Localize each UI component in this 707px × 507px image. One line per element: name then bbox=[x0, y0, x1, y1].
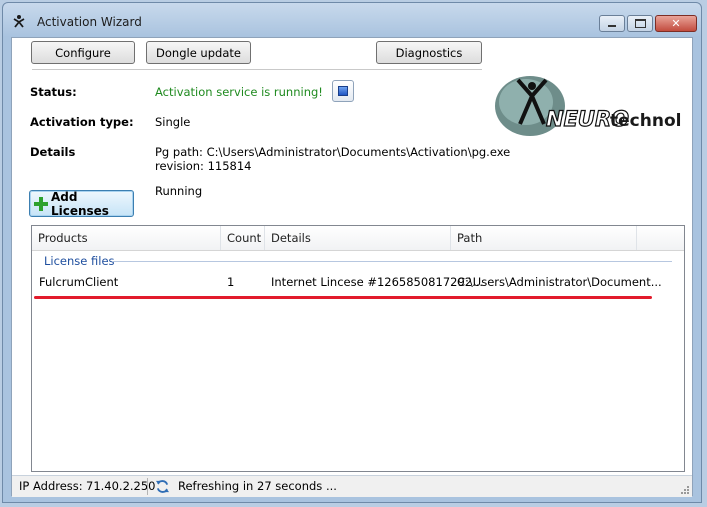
list-header: Products Count Details Path bbox=[32, 226, 684, 251]
maximize-button[interactable] bbox=[627, 15, 653, 32]
column-header-path[interactable]: Path bbox=[451, 226, 637, 250]
activation-type-label: Activation type: bbox=[30, 115, 134, 129]
licenses-list[interactable]: Products Count Details Path License file… bbox=[31, 225, 685, 472]
stop-service-button[interactable] bbox=[332, 80, 354, 102]
activation-wizard-window: Activation Wizard ✕ Configure Dongle upd… bbox=[2, 2, 702, 503]
refresh-status-text: Refreshing in 27 seconds ... bbox=[178, 479, 337, 493]
ip-address-value: 71.40.2.250 bbox=[86, 479, 156, 493]
details-label: Details bbox=[30, 145, 76, 159]
details-revision: revision: 115814 bbox=[155, 159, 252, 173]
minimize-button[interactable] bbox=[599, 15, 625, 32]
close-icon: ✕ bbox=[671, 17, 681, 30]
red-underline-annotation bbox=[34, 296, 652, 299]
details-running: Running bbox=[155, 184, 203, 198]
diagnostics-button[interactable]: Diagnostics bbox=[376, 41, 482, 64]
status-value: Activation service is running! bbox=[155, 85, 323, 99]
column-header-products[interactable]: Products bbox=[32, 226, 221, 250]
status-label: Status: bbox=[30, 85, 77, 99]
stop-icon bbox=[338, 86, 348, 96]
group-divider bbox=[112, 261, 672, 262]
cell-path: C:\Users\Administrator\Document... bbox=[457, 275, 662, 289]
resize-grip-icon[interactable] bbox=[680, 485, 690, 495]
details-pg-path: Pg path: C:\Users\Administrator\Document… bbox=[155, 145, 511, 159]
cell-count: 1 bbox=[227, 275, 235, 289]
close-button[interactable]: ✕ bbox=[655, 15, 697, 32]
plus-icon bbox=[34, 196, 48, 211]
status-separator bbox=[147, 478, 148, 495]
dongle-update-button[interactable]: Dongle update bbox=[146, 41, 251, 64]
logo-text-technology: technology bbox=[610, 111, 682, 131]
refresh-icon bbox=[155, 480, 170, 493]
neurotechnology-logo: NEURO technology bbox=[495, 76, 682, 136]
toolbar-divider bbox=[32, 69, 482, 70]
cell-product: FulcrumClient bbox=[39, 275, 119, 289]
maximize-icon bbox=[634, 19, 646, 28]
cell-details: Internet Lincese #1265850817292... bbox=[271, 275, 484, 289]
add-licenses-label: Add Licenses bbox=[50, 189, 109, 218]
client-area: Configure Dongle update Diagnostics Stat… bbox=[11, 37, 693, 497]
group-header-license-files[interactable]: License files bbox=[44, 254, 115, 268]
add-licenses-button[interactable]: Add Licenses bbox=[29, 189, 134, 218]
column-header-details[interactable]: Details bbox=[265, 226, 451, 250]
ip-address-label: IP Address: bbox=[19, 479, 83, 493]
window-title: Activation Wizard bbox=[37, 15, 142, 29]
title-bar: Activation Wizard ✕ bbox=[3, 3, 701, 39]
minimize-icon bbox=[608, 25, 616, 27]
column-header-count[interactable]: Count bbox=[221, 226, 265, 250]
activation-type-value: Single bbox=[155, 115, 191, 129]
configure-button[interactable]: Configure bbox=[31, 41, 135, 64]
wizard-icon bbox=[13, 15, 25, 28]
status-bar: IP Address: 71.40.2.250 Refreshing in 27… bbox=[12, 475, 692, 497]
